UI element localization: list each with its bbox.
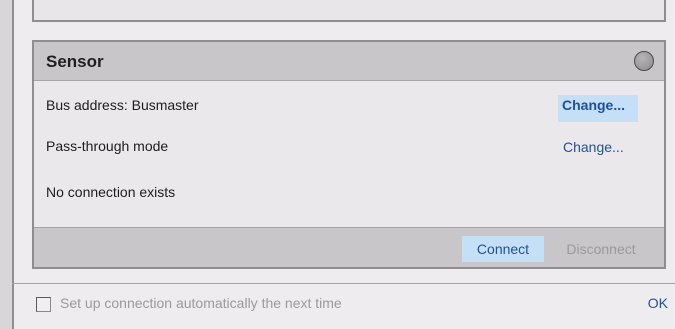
sensor-panel-header: Sensor	[34, 42, 664, 81]
status-indicator-icon	[634, 51, 654, 71]
bottom-divider	[12, 283, 675, 284]
bus-address-change-link[interactable]: Change...	[562, 97, 625, 113]
bus-address-label: Bus address: Busmaster	[46, 97, 199, 113]
auto-connect-label: Set up connection automatically the next…	[60, 295, 342, 311]
previous-panel	[32, 0, 666, 22]
disconnect-button[interactable]: Disconnect	[556, 236, 646, 262]
sensor-action-bar: Connect Disconnect	[34, 227, 664, 267]
ok-button[interactable]: OK	[648, 295, 668, 311]
pass-through-change-link[interactable]: Change...	[563, 139, 624, 155]
sensor-title: Sensor	[46, 52, 104, 71]
auto-connect-checkbox[interactable]	[36, 297, 51, 312]
bottom-bar: Set up connection automatically the next…	[24, 290, 668, 318]
connect-button[interactable]: Connect	[462, 236, 544, 262]
sensor-panel: Sensor Bus address: Busmaster Change... …	[32, 40, 666, 269]
pass-through-label: Pass-through mode	[46, 138, 169, 154]
connection-status-text: No connection exists	[46, 184, 176, 200]
app-background: Sensor Bus address: Busmaster Change... …	[0, 0, 675, 329]
